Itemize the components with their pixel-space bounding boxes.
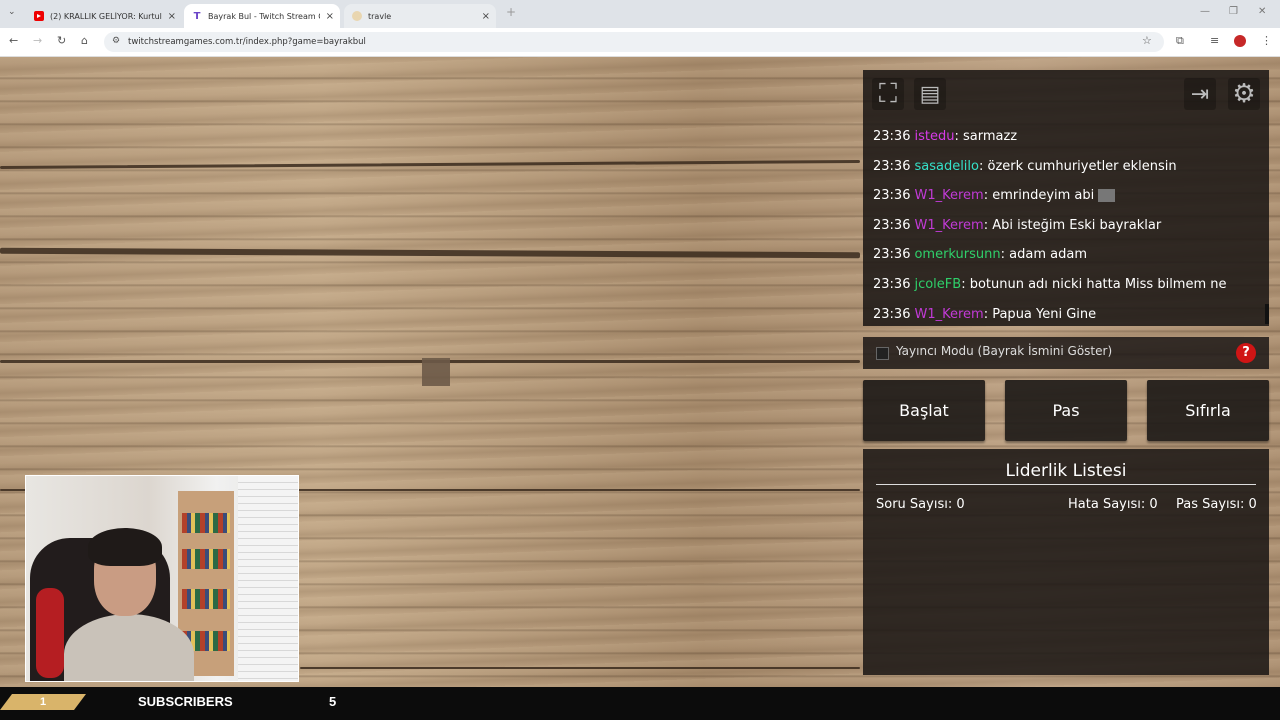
minimize-icon[interactable]: — [1200, 6, 1210, 17]
new-tab-button[interactable]: + [506, 5, 516, 19]
subscriber-goal-bar: 1 SUBSCRIBERS 5 [0, 687, 1280, 720]
chat-username: istedu [914, 129, 955, 144]
chat-username: sasadelilo [914, 158, 979, 174]
subscribers-label: SUBSCRIBERS [138, 694, 233, 709]
bookmark-star-icon[interactable]: ☆ [1142, 34, 1152, 47]
travle-icon [352, 11, 362, 21]
chat-scrollbar[interactable] [1265, 304, 1269, 324]
tab-youtube[interactable]: (2) KRALLIK GELİYOR: Kurtuluş × [26, 4, 182, 28]
pass-count: Pas Sayısı: 0 [1176, 497, 1257, 512]
subscriber-goal: 5 [329, 694, 337, 709]
tab-title: (2) KRALLIK GELİYOR: Kurtuluş [50, 11, 162, 21]
close-tab-icon[interactable]: × [168, 11, 176, 22]
chat-username: W1_Kerem [914, 188, 984, 204]
forward-icon[interactable]: → [33, 34, 42, 47]
window-blinds [238, 476, 298, 681]
chat-panel: ⛶ ▤ ⇥ ⚙ 23:36 istedu: sarmazz 23:36 sasade… [863, 70, 1269, 326]
divider [876, 484, 1256, 485]
home-icon[interactable]: ⌂ [81, 34, 88, 47]
browser-menu-icon[interactable]: ⋮ [1261, 34, 1272, 47]
tab-bayrak-bul[interactable]: T Bayrak Bul - Twitch Stream Gam × [184, 4, 340, 28]
tab-search-icon[interactable]: ⌄ [8, 7, 16, 17]
flag-image-placeholder [422, 358, 450, 386]
leaderboard-title: Liderlik Listesi [1005, 461, 1127, 481]
broadcaster-mode-label[interactable]: Yayıncı Modu (Bayrak İsmini Göster) [896, 344, 1112, 358]
tab-travle[interactable]: travle × [344, 4, 496, 28]
chat-message: 23:36 W1_Kerem: emrindeyim abi [873, 181, 1259, 211]
extensions-icon[interactable]: ⧉ [1176, 34, 1184, 48]
back-icon[interactable]: ← [9, 34, 18, 47]
wood-crack [300, 667, 860, 669]
chat-message: 23:36 omerkursunn: adam adam [873, 247, 1087, 263]
chat-messages: 23:36 istedu: sarmazz 23:36 sasadelilo: öz… [873, 122, 1259, 329]
pass-button[interactable]: Pas [1005, 380, 1127, 441]
media-controls-icon[interactable]: ≡ [1210, 34, 1219, 47]
tab-title: Bayrak Bul - Twitch Stream Gam [208, 11, 320, 21]
chat-username: W1_Kerem [914, 217, 984, 233]
twitch-stream-games-icon: T [193, 10, 201, 22]
notes-icon[interactable]: ▤ [914, 78, 946, 110]
address-bar[interactable]: ⚙ twitchstreamgames.com.tr/index.php?gam… [104, 32, 1164, 52]
close-tab-icon[interactable]: × [482, 11, 490, 22]
emote-icon [1098, 189, 1116, 203]
error-count: Hata Sayısı: 0 [1068, 497, 1158, 512]
fullscreen-icon[interactable]: ⛶ [872, 78, 904, 110]
close-window-icon[interactable]: ✕ [1258, 6, 1266, 17]
browser-tab-strip: ⌄ (2) KRALLIK GELİYOR: Kurtuluş × T Bayr… [0, 0, 1280, 28]
reset-button[interactable]: Sıfırla [1147, 380, 1269, 441]
tab-title: travle [368, 11, 392, 21]
youtube-icon [34, 11, 44, 21]
question-count: Soru Sayısı: 0 [876, 497, 965, 512]
chat-message: 23:36 sasadelilo: özerk cumhuriyetler ekl… [873, 158, 1177, 174]
settings-gear-icon[interactable]: ⚙ [1228, 78, 1260, 110]
chat-message: 23:36 W1_Kerem: Papua Yeni Gine [873, 306, 1097, 322]
chat-message: 23:36 jcoleFB: botunun adı nicki hatta Mi… [873, 276, 1227, 292]
browser-toolbar: ← → ↻ ⌂ ⚙ twitchstreamgames.com.tr/index… [0, 28, 1280, 57]
subscriber-count: 1 [0, 694, 86, 710]
webcam-overlay [25, 475, 299, 682]
chat-username: W1_Kerem [914, 306, 984, 322]
logout-icon[interactable]: ⇥ [1184, 78, 1216, 110]
profile-avatar-icon[interactable] [1234, 35, 1246, 47]
url-text: twitchstreamgames.com.tr/index.php?game=… [128, 37, 366, 47]
chat-message: 23:36 istedu: sarmazz [873, 129, 1018, 144]
chat-username: omerkursunn [914, 247, 1001, 263]
chat-username: jcoleFB [914, 276, 962, 292]
reload-icon[interactable]: ↻ [57, 34, 66, 47]
wood-crack [0, 247, 861, 259]
streamer-body [64, 614, 194, 681]
help-icon[interactable]: ? [1236, 343, 1256, 363]
leaderboard-panel: Liderlik Listesi Soru Sayısı: 0 Hata Say… [863, 449, 1269, 675]
close-tab-icon[interactable]: × [326, 11, 334, 22]
wood-crack [0, 159, 861, 170]
maximize-icon[interactable]: ❐ [1229, 6, 1238, 17]
broadcaster-mode-checkbox[interactable] [876, 347, 889, 360]
start-button[interactable]: Başlat [863, 380, 985, 441]
broadcaster-mode-row: Yayıncı Modu (Bayrak İsmini Göster) ? [863, 337, 1269, 369]
site-info-icon[interactable]: ⚙ [112, 36, 120, 46]
chat-message: 23:36 W1_Kerem: Abi isteğim Eski bayrakla… [873, 217, 1162, 233]
